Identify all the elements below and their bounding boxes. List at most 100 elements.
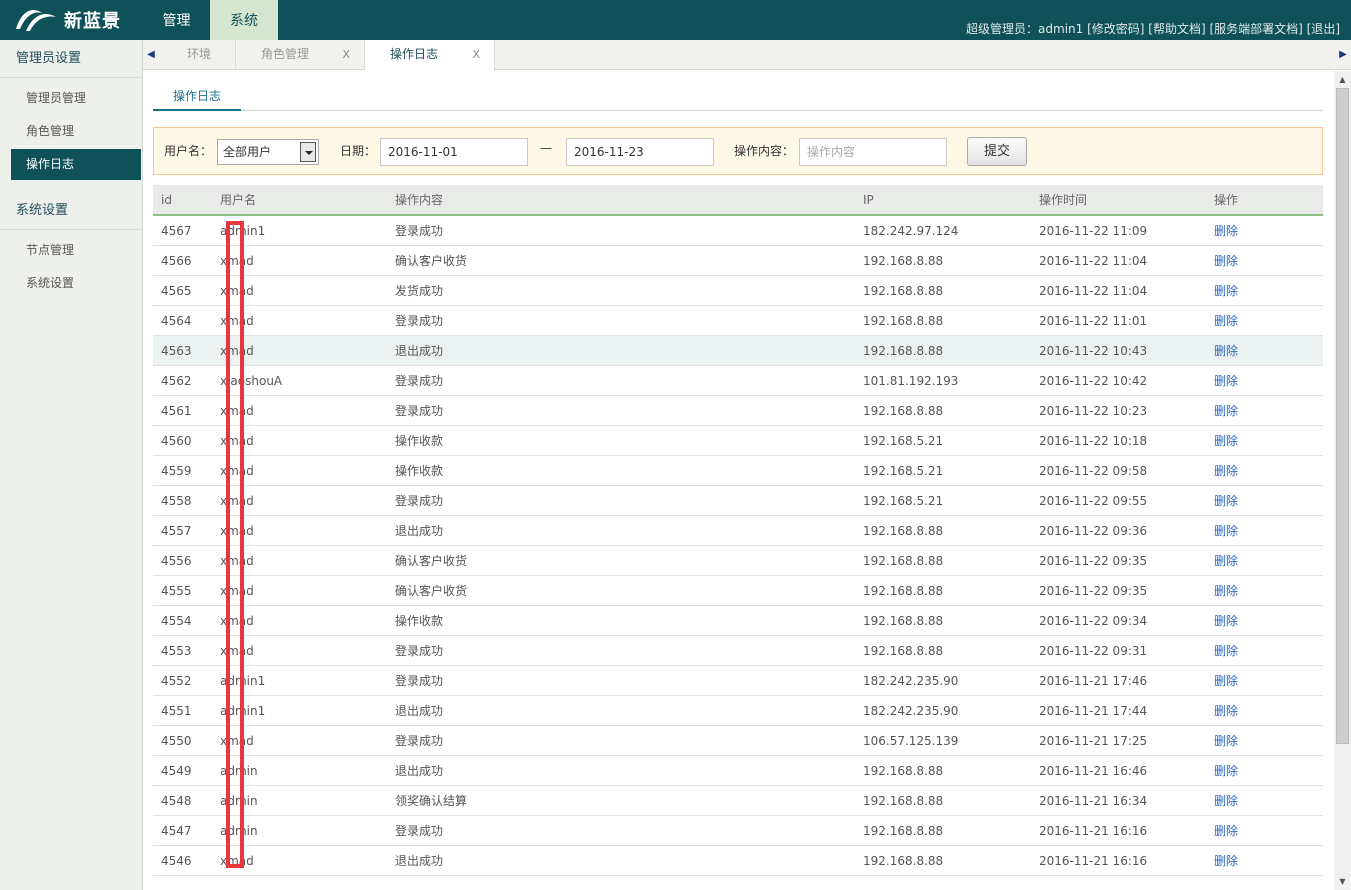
cell-time: 2016-11-22 09:31 bbox=[1039, 644, 1148, 658]
cell-time: 2016-11-21 17:46 bbox=[1039, 674, 1148, 688]
cell-operation: 退出成功 bbox=[395, 704, 444, 718]
column-header-user[interactable]: 用户名 bbox=[220, 185, 390, 214]
delete-link[interactable]: 删除 bbox=[1214, 396, 1274, 425]
cell-id: 4562 bbox=[161, 374, 192, 388]
column-header-time[interactable]: 操作时间 bbox=[1039, 185, 1209, 214]
cell-ip: 192.168.8.88 bbox=[863, 764, 944, 778]
sidebar-item-role-manage[interactable]: 角色管理 bbox=[11, 116, 141, 147]
cell-ip: 192.168.8.88 bbox=[863, 314, 944, 328]
table-row: 4546 xmad 退出成功 192.168.8.88 2016-11-21 16:16… bbox=[153, 846, 1323, 876]
cell-user: xmad bbox=[220, 854, 254, 868]
close-icon[interactable]: X bbox=[342, 40, 350, 69]
delete-link[interactable]: 删除 bbox=[1214, 276, 1274, 305]
table-row: 4548 admin 领奖确认结算 192.168.8.88 2016-11-21 16… bbox=[153, 786, 1323, 816]
vertical-scrollbar[interactable]: ▲ ▼ bbox=[1334, 71, 1351, 890]
sidebar-item-node-manage[interactable]: 节点管理 bbox=[11, 235, 141, 266]
logo-icon bbox=[16, 10, 56, 31]
cell-time: 2016-11-22 10:18 bbox=[1039, 434, 1148, 448]
page-tab-operation-log[interactable]: 操作日志 X bbox=[365, 40, 495, 71]
user-select[interactable]: 全部用户 bbox=[217, 139, 319, 165]
cell-id: 4546 bbox=[161, 854, 192, 868]
cell-user: xmad bbox=[220, 494, 254, 508]
delete-link[interactable]: 删除 bbox=[1214, 306, 1274, 335]
delete-link[interactable]: 删除 bbox=[1214, 246, 1274, 275]
content-filter-label: 操作内容： bbox=[734, 144, 795, 158]
delete-link[interactable]: 删除 bbox=[1214, 786, 1274, 815]
cell-user: xmad bbox=[220, 584, 254, 598]
sidebar-item-operation-log[interactable]: 操作日志 bbox=[11, 149, 141, 180]
delete-link[interactable]: 删除 bbox=[1214, 666, 1274, 695]
nav-tab-manage[interactable]: 管理 bbox=[143, 0, 210, 40]
cell-id: 4564 bbox=[161, 314, 192, 328]
chevron-down-icon[interactable] bbox=[300, 142, 316, 162]
date-from-input[interactable]: 2016-11-01 bbox=[380, 138, 528, 166]
cell-id: 4551 bbox=[161, 704, 192, 718]
tab-scroll-left-icon[interactable]: ◀ bbox=[143, 40, 159, 70]
scrollbar-thumb[interactable] bbox=[1336, 88, 1349, 744]
delete-link[interactable]: 删除 bbox=[1214, 486, 1274, 515]
content-input[interactable]: 操作内容 bbox=[799, 138, 947, 166]
cell-ip: 192.168.8.88 bbox=[863, 644, 944, 658]
cell-user: xmad bbox=[220, 404, 254, 418]
cell-time: 2016-11-22 09:34 bbox=[1039, 614, 1148, 628]
logo: 新蓝景 bbox=[12, 4, 121, 36]
scroll-down-icon[interactable]: ▼ bbox=[1334, 873, 1351, 890]
delete-link[interactable]: 删除 bbox=[1214, 846, 1274, 875]
cell-operation: 登录成功 bbox=[395, 224, 444, 238]
date-filter-label: 日期： bbox=[340, 144, 377, 158]
table-row: 4559 xmad 操作收款 192.168.5.21 2016-11-22 09:58… bbox=[153, 456, 1323, 486]
cell-time: 2016-11-21 16:16 bbox=[1039, 854, 1148, 868]
table-row: 4563 xmad 退出成功 192.168.8.88 2016-11-22 10:43… bbox=[153, 336, 1323, 366]
column-header-ip[interactable]: IP bbox=[863, 185, 1033, 214]
table-row: 4555 xmad 确认客户收货 192.168.8.88 2016-11-22 09:… bbox=[153, 576, 1323, 606]
cell-user: xmad bbox=[220, 284, 254, 298]
delete-link[interactable]: 删除 bbox=[1214, 756, 1274, 785]
delete-link[interactable]: 删除 bbox=[1214, 336, 1274, 365]
nav-tab-system[interactable]: 系统 bbox=[210, 0, 278, 40]
cell-operation: 退出成功 bbox=[395, 764, 444, 778]
page-tab-environment[interactable]: 环境 bbox=[160, 40, 236, 70]
delete-link[interactable]: 删除 bbox=[1214, 366, 1274, 395]
sidebar-item-system-settings[interactable]: 系统设置 bbox=[11, 268, 141, 299]
page-tab-role-manage[interactable]: 角色管理 X bbox=[236, 40, 365, 70]
close-icon[interactable]: X bbox=[472, 40, 480, 69]
table-row: 4553 xmad 登录成功 192.168.8.88 2016-11-22 09:31… bbox=[153, 636, 1323, 666]
cell-user: admin bbox=[220, 794, 258, 808]
page-tab-label: 环境 bbox=[187, 47, 212, 61]
cell-ip: 182.242.97.124 bbox=[863, 224, 959, 238]
delete-link[interactable]: 删除 bbox=[1214, 576, 1274, 605]
cell-ip: 192.168.8.88 bbox=[863, 254, 944, 268]
column-header-id[interactable]: id bbox=[161, 185, 216, 214]
cell-time: 2016-11-22 11:04 bbox=[1039, 284, 1148, 298]
delete-link[interactable]: 删除 bbox=[1214, 546, 1274, 575]
subtab-operation-log[interactable]: 操作日志 bbox=[153, 83, 241, 111]
cell-operation: 退出成功 bbox=[395, 344, 444, 358]
delete-link[interactable]: 删除 bbox=[1214, 636, 1274, 665]
delete-link[interactable]: 删除 bbox=[1214, 816, 1274, 845]
delete-link[interactable]: 删除 bbox=[1214, 456, 1274, 485]
sidebar-item-admin-manage[interactable]: 管理员管理 bbox=[11, 83, 141, 114]
submit-button[interactable]: 提交 bbox=[967, 137, 1027, 166]
user-info-bar[interactable]: 超级管理员：admin1 [修改密码] [帮助文档] [服务端部署文档] [退出… bbox=[966, 20, 1340, 37]
cell-id: 4556 bbox=[161, 554, 192, 568]
delete-link[interactable]: 删除 bbox=[1214, 606, 1274, 635]
scroll-up-icon[interactable]: ▲ bbox=[1334, 71, 1351, 88]
delete-link[interactable]: 删除 bbox=[1214, 516, 1274, 545]
cell-operation: 操作收款 bbox=[395, 614, 444, 628]
cell-time: 2016-11-22 09:35 bbox=[1039, 584, 1148, 598]
tab-scroll-right-icon[interactable]: ▶ bbox=[1335, 40, 1351, 70]
delete-link[interactable]: 删除 bbox=[1214, 426, 1274, 455]
cell-operation: 登录成功 bbox=[395, 824, 444, 838]
cell-id: 4563 bbox=[161, 344, 192, 358]
delete-link[interactable]: 删除 bbox=[1214, 726, 1274, 755]
cell-id: 4554 bbox=[161, 614, 192, 628]
column-header-operation[interactable]: 操作内容 bbox=[395, 185, 795, 214]
delete-link[interactable]: 删除 bbox=[1214, 216, 1274, 245]
cell-user: xmad bbox=[220, 254, 254, 268]
delete-link[interactable]: 删除 bbox=[1214, 696, 1274, 725]
cell-user: xmad bbox=[220, 644, 254, 658]
cell-id: 4549 bbox=[161, 764, 192, 778]
date-to-input[interactable]: 2016-11-23 bbox=[566, 138, 714, 166]
cell-id: 4552 bbox=[161, 674, 192, 688]
cell-ip: 192.168.8.88 bbox=[863, 794, 944, 808]
